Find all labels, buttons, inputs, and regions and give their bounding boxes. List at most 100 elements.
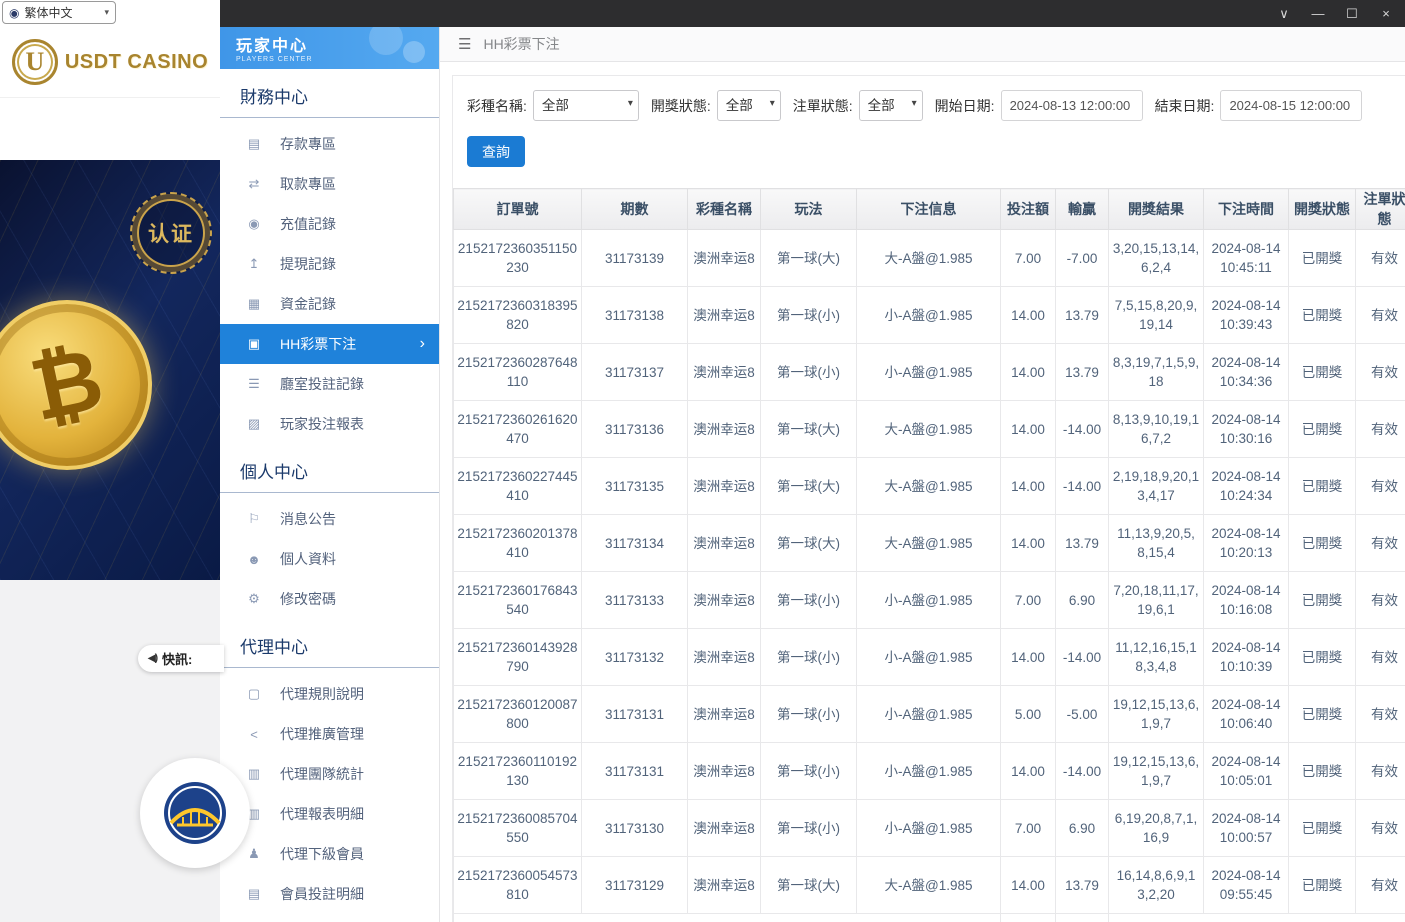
cell-period: 31173131 (582, 686, 688, 743)
filter-group: 開獎狀態:全部▾ (651, 90, 781, 121)
sidebar-item-fund-records[interactable]: ▦資金記錄 (220, 284, 439, 324)
sidebar-item-agent-promotion[interactable]: <代理推廣管理 (220, 714, 439, 754)
cell-bet-status: 有效 (1356, 686, 1405, 743)
window-close-icon[interactable]: × (1371, 0, 1401, 27)
sidebar-item-agent-sub-members[interactable]: ♟代理下級會員 (220, 834, 439, 874)
cell-draw-status: 已開獎 (1289, 515, 1356, 572)
col-header-winloss: 輸贏 (1056, 189, 1109, 230)
cell-result: 2,19,18,9,20,13,4,17 (1109, 458, 1204, 515)
table-row: 215217236028764811031173137澳洲幸运8第一球(小)小-… (454, 344, 1405, 401)
cell-bet-status: 有效 (1356, 401, 1405, 458)
cell-order: 2152172360054573810 (454, 857, 582, 914)
cell-winloss: -14.00 (1056, 458, 1109, 515)
bet-status-select[interactable]: 全部 (859, 90, 923, 121)
sidebar-item-recharge-records[interactable]: ◉充值記錄 (220, 204, 439, 244)
sidebar-item-member-bet-detail[interactable]: ▤會員投註明細 (220, 874, 439, 914)
cell-result: 8,3,19,7,1,5,9,18 (1109, 344, 1204, 401)
col-header-play: 玩法 (761, 189, 857, 230)
cell-bet-info: 大-A盤@1.985 (857, 515, 1001, 572)
team-stats-icon: ▥ (244, 766, 264, 782)
cell-draw-status: 已開獎 (1289, 629, 1356, 686)
sidebar-header: 玩家中心 PLAYERS CENTER (220, 27, 439, 69)
cell-time: 2024-08-14 10:24:34 (1204, 458, 1289, 515)
cell-order: 2152172360261620470 (454, 401, 582, 458)
table-row: 215217236031839582031173138澳洲幸运8第一球(小)小-… (454, 287, 1405, 344)
filter-label: 結束日期: (1155, 96, 1215, 116)
app-window: ∨ — ☐ × ◉ 繁体中文 ▾ U USDT CASINO ₿ 认证 (0, 0, 1405, 922)
cell-bet-info: 大-A盤@1.985 (857, 230, 1001, 287)
cell-time: 2024-08-14 10:00:57 (1204, 800, 1289, 857)
globe-icon: ◉ (9, 7, 19, 19)
search-button[interactable]: 查詢 (467, 136, 525, 167)
sidebar-item-label: 代理報表明細 (280, 804, 364, 824)
end-date-input[interactable] (1220, 90, 1362, 121)
content-panel: 彩種名稱:全部▾開獎狀態:全部▾注單狀態:全部▾開始日期:結束日期: 查詢 訂單… (452, 75, 1405, 922)
sidebar-item-agent-team-stats[interactable]: ▥代理團隊統計 (220, 754, 439, 794)
window-minimize-icon[interactable]: — (1303, 0, 1333, 27)
filter-label: 開始日期: (935, 96, 995, 116)
sidebar-item-change-password[interactable]: ⚙修改密碼 (220, 579, 439, 619)
lottery-name-select[interactable]: 全部 (533, 90, 639, 121)
cell-order: 2152172360110192130 (454, 743, 582, 800)
sidebar-item-agent-report-detail[interactable]: ▥代理報表明細 (220, 794, 439, 834)
sidebar-item-label: 代理規則說明 (280, 684, 364, 704)
sidebar-item-player-bet-report[interactable]: ▨玩家投注報表 (220, 404, 439, 444)
sidebar-sections: 財務中心▤存款專區⇄取款專區◉充值記錄↥提現記錄▦資金記錄▣HH彩票下注›☰廳室… (220, 69, 439, 922)
content-topbar: ☰ HH彩票下注 (440, 27, 1405, 62)
table-row: 215217236017684354031173133澳洲幸运8第一球(小)小-… (454, 572, 1405, 629)
draw-status-select[interactable]: 全部 (717, 90, 781, 121)
window-maximize-icon[interactable]: ☐ (1337, 0, 1367, 27)
cell-result: 16,14,8,6,9,13,2,20 (1109, 857, 1204, 914)
cell-result: 7,5,15,8,20,9,19,14 (1109, 287, 1204, 344)
cell-period: 31173139 (582, 230, 688, 287)
cell-bet-info: 小-A盤@1.985 (857, 629, 1001, 686)
cell-order: 2152172360176843540 (454, 572, 582, 629)
cell-draw-status: 已開獎 (1289, 686, 1356, 743)
caret-down-icon: ▾ (104, 7, 109, 18)
cell-lottery: 澳洲幸运8 (688, 857, 761, 914)
cell-period: 31173135 (582, 458, 688, 515)
cell-draw-status: 已開獎 (1289, 401, 1356, 458)
news-ticker[interactable]: ◀) 快訊: (138, 645, 224, 672)
cell-play: 第一球(大) (761, 515, 857, 572)
start-date-input[interactable] (1001, 90, 1143, 121)
sidebar-item-room-bet-records[interactable]: ☰廳室投註記錄 (220, 364, 439, 404)
cell-result: 19,12,15,13,6,1,9,7 (1109, 743, 1204, 800)
sidebar-item-agent-rules[interactable]: ▢ 代理規則說明 (220, 674, 439, 714)
withdraw-icon: ⇄ (244, 176, 264, 192)
sidebar-item-profile[interactable]: ☻個人資料 (220, 539, 439, 579)
cell-lottery: 澳洲幸运8 (688, 287, 761, 344)
sidebar-item-hh-lottery-bets[interactable]: ▣HH彩票下注› (220, 324, 439, 364)
summary-bet-total: 138.00 (1001, 914, 1056, 922)
message-icon: ⚐ (244, 511, 264, 527)
sidebar-item-cashout-records[interactable]: ↥提現記錄 (220, 244, 439, 284)
cell-lottery: 澳洲幸运8 (688, 629, 761, 686)
sidebar-item-member-trans-detail[interactable]: ▤會員交易明細 (220, 914, 439, 922)
language-selector[interactable]: ◉ 繁体中文 ▾ (2, 1, 116, 24)
cell-result: 19,12,15,13,6,1,9,7 (1109, 686, 1204, 743)
cell-period: 31173138 (582, 287, 688, 344)
doc-icon: ▢ (244, 686, 264, 702)
hamburger-icon[interactable]: ☰ (458, 35, 471, 53)
cell-play: 第一球(大) (761, 857, 857, 914)
cell-bet-info: 大-A盤@1.985 (857, 458, 1001, 515)
cell-period: 31173132 (582, 629, 688, 686)
window-menu-chevron-icon[interactable]: ∨ (1269, 0, 1299, 27)
member-bets-icon: ▤ (244, 886, 264, 902)
table-row: 215217236035115023031173139澳洲幸运8第一球(大)大-… (454, 230, 1405, 287)
sidebar-item-label: 個人資料 (280, 549, 336, 569)
sidebar-item-label: 消息公告 (280, 509, 336, 529)
window-titlebar: ∨ — ☐ × (220, 0, 1405, 27)
cell-order: 2152172360318395820 (454, 287, 582, 344)
sidebar-item-deposit[interactable]: ▤存款專區 (220, 124, 439, 164)
cell-play: 第一球(大) (761, 401, 857, 458)
cell-play: 第一球(大) (761, 458, 857, 515)
col-header-time: 下注時間 (1204, 189, 1289, 230)
table-row: 215217236026162047031173136澳洲幸运8第一球(大)大-… (454, 401, 1405, 458)
cell-amount: 14.00 (1001, 401, 1056, 458)
bets-table: 訂單號期數彩種名稱玩法下注信息投注額輸贏開獎結果下注時間開獎狀態注單狀態 215… (453, 188, 1405, 922)
cell-time: 2024-08-14 10:34:36 (1204, 344, 1289, 401)
sidebar-item-messages[interactable]: ⚐ 消息公告 (220, 499, 439, 539)
table-row: 215217236008570455031173130澳洲幸运8第一球(小)小-… (454, 800, 1405, 857)
sidebar-item-withdraw[interactable]: ⇄取款專區 (220, 164, 439, 204)
